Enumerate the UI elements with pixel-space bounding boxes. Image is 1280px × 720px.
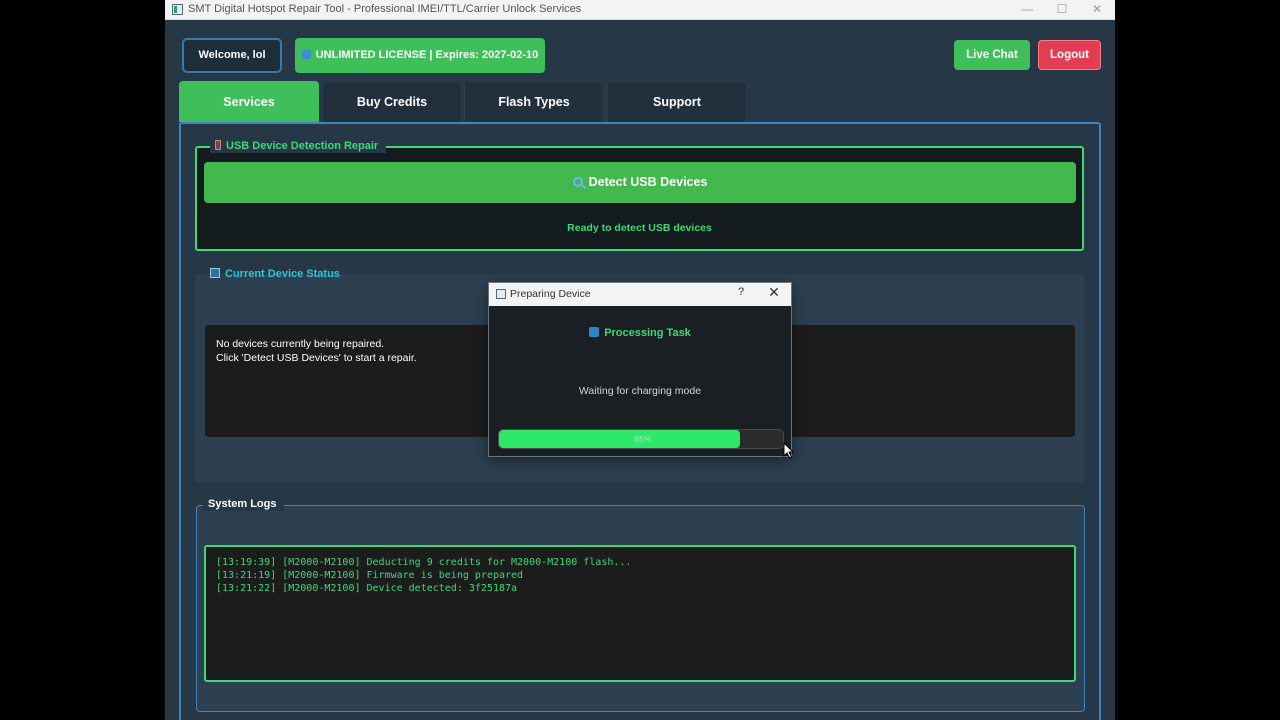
help-icon[interactable]: ? (734, 286, 748, 298)
window-title: SMT Digital Hotspot Repair Tool - Profes… (188, 3, 582, 15)
dialog-title: Preparing Device (510, 288, 591, 300)
log-line: [13:19:39] [M2000-M2100] Deducting 9 cre… (216, 557, 632, 568)
mouse-cursor-icon (783, 442, 795, 459)
close-window-button[interactable]: ✕ (1082, 1, 1112, 19)
detect-usb-button[interactable]: Detect USB Devices (204, 162, 1076, 203)
magnifier-icon (572, 177, 583, 187)
live-chat-button[interactable]: Live Chat (954, 40, 1030, 70)
app-icon (496, 289, 506, 299)
phone-icon (215, 140, 221, 150)
log-line: [13:21:19] [M2000-M2100] Firmware is bei… (216, 570, 524, 581)
device-status-line: No devices currently being repaired. (216, 338, 385, 350)
progress-text: 85% (634, 434, 652, 444)
preparing-device-dialog: Preparing Device ? ✕ Processing Task Wai… (488, 282, 792, 457)
screen: SMT Digital Hotspot Repair Tool - Profes… (0, 0, 1280, 720)
dialog-titlebar[interactable]: Preparing Device ? ✕ (489, 283, 791, 306)
progress-bar: 85% (498, 429, 784, 449)
maximize-button[interactable]: ☐ (1047, 1, 1077, 19)
detect-usb-label: Detect USB Devices (588, 175, 708, 189)
dialog-message: Waiting for charging mode (578, 385, 702, 397)
processing-icon (589, 327, 600, 337)
usb-detection-legend: USB Device Detection Repair (210, 139, 387, 153)
logout-button[interactable]: Logout (1038, 40, 1101, 70)
usb-status-text: Ready to detect USB devices (567, 222, 712, 234)
log-line: [13:21:22] [M2000-M2100] Device detected… (216, 583, 518, 594)
dialog-heading: Processing Task (489, 327, 791, 339)
system-logs-legend: System Logs (203, 497, 285, 511)
tab-flash-types[interactable]: Flash Types (464, 81, 604, 122)
app-icon (172, 4, 183, 15)
chart-icon (210, 268, 220, 278)
device-status-line: Click 'Detect USB Devices' to start a re… (216, 352, 417, 364)
close-icon[interactable]: ✕ (766, 284, 782, 301)
tab-buy-credits[interactable]: Buy Credits (322, 81, 462, 122)
license-label: UNLIMITED LICENSE | Expires: 2027-02-10 (315, 49, 539, 61)
device-status-legend: Current Device Status (205, 267, 348, 281)
tab-support[interactable]: Support (607, 81, 747, 122)
welcome-badge: Welcome, lol (182, 38, 282, 73)
minimize-button[interactable]: — (1012, 1, 1042, 19)
license-badge: UNLIMITED LICENSE | Expires: 2027-02-10 (295, 38, 545, 73)
tab-services[interactable]: Services (179, 81, 319, 122)
license-icon (301, 50, 311, 59)
window-titlebar[interactable]: SMT Digital Hotspot Repair Tool - Profes… (165, 0, 1115, 20)
